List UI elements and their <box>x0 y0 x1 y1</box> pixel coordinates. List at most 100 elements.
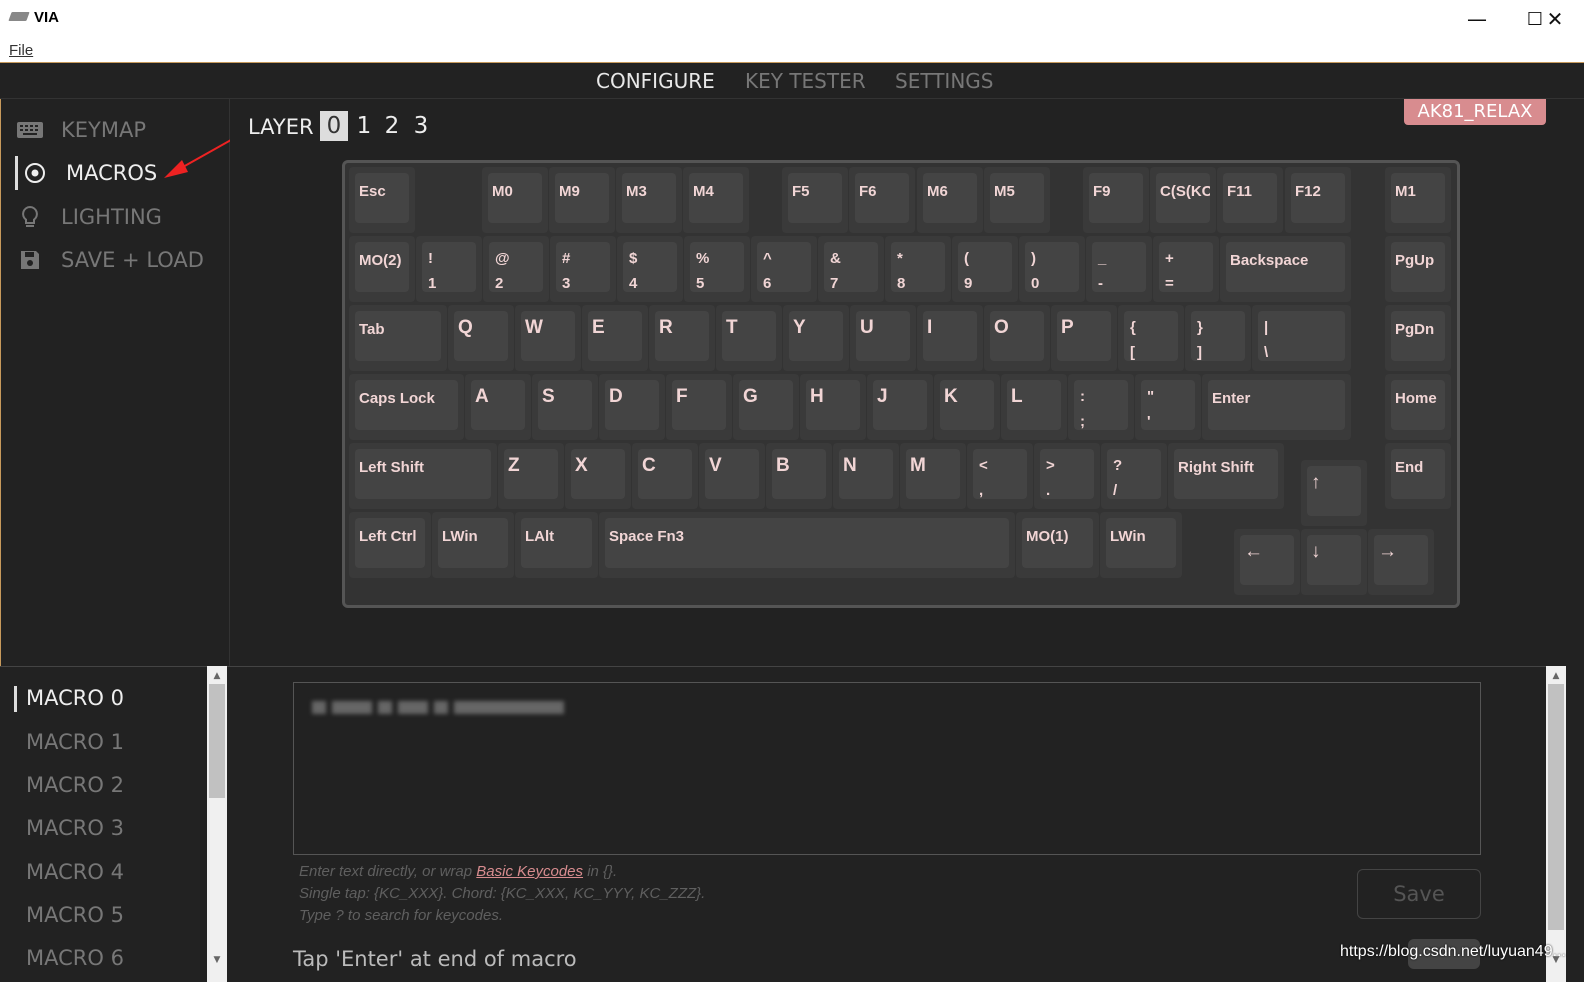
key-k[interactable]: K <box>934 374 1000 440</box>
layer-3-button[interactable]: 3 <box>407 111 435 141</box>
key-semicolon[interactable]: :; <box>1068 374 1134 440</box>
scroll-down-arrow[interactable]: ▼ <box>207 952 227 968</box>
key-n[interactable]: N <box>833 443 899 509</box>
key-i[interactable]: I <box>917 305 983 371</box>
key-left-bracket[interactable]: {[ <box>1118 305 1184 371</box>
sidebar-item-keymap[interactable]: KEYMAP <box>15 113 146 147</box>
macro-item-2[interactable]: MACRO 2 <box>26 773 124 797</box>
key-period[interactable]: >. <box>1034 443 1100 509</box>
key-0[interactable]: ) 0 <box>1019 236 1085 302</box>
main-scroll-thumb[interactable] <box>1548 684 1564 930</box>
key-f9[interactable]: F9 <box>1083 167 1149 233</box>
key-4[interactable]: $4 <box>617 236 683 302</box>
key-f12[interactable]: F12 <box>1285 167 1351 233</box>
key-m3[interactable]: M3 <box>616 167 682 233</box>
main-scroll-up-arrow[interactable]: ▲ <box>1546 668 1566 684</box>
key-y[interactable]: Y <box>783 305 849 371</box>
key-f11[interactable]: F11 <box>1217 167 1283 233</box>
key-right-arrow[interactable]: → <box>1368 529 1434 595</box>
key-backspace[interactable]: Backspace <box>1220 236 1351 302</box>
key-down-arrow[interactable]: ↓ <box>1301 529 1367 595</box>
key-enter[interactable]: Enter <box>1202 374 1351 440</box>
key-r[interactable]: R <box>649 305 715 371</box>
key-3[interactable]: #3 <box>550 236 616 302</box>
key-p[interactable]: P <box>1051 305 1117 371</box>
key-mo1[interactable]: MO(1) <box>1016 512 1099 578</box>
key-pgup[interactable]: PgUp <box>1385 236 1451 302</box>
key-c-s-kc[interactable]: C(S(KC_ <box>1150 167 1216 233</box>
key-end[interactable]: End <box>1385 443 1451 509</box>
macro-item-3[interactable]: MACRO 3 <box>26 816 124 840</box>
scroll-up-arrow[interactable]: ▲ <box>207 668 227 684</box>
key-8[interactable]: * 8 <box>885 236 951 302</box>
key-tab[interactable]: Tab <box>349 305 447 371</box>
key-g[interactable]: G <box>733 374 799 440</box>
key-comma[interactable]: <, <box>967 443 1033 509</box>
macro-item-4[interactable]: MACRO 4 <box>26 860 124 884</box>
key-f5[interactable]: F5 <box>782 167 848 233</box>
sidebar-item-lighting[interactable]: LIGHTING <box>15 200 162 234</box>
main-scrollbar[interactable]: ▲ ▼ <box>1546 666 1566 982</box>
key-lwin[interactable]: LWin <box>432 512 514 578</box>
layer-1-button[interactable]: 1 <box>350 111 378 141</box>
sidebar-item-save-load[interactable]: SAVE + LOAD <box>15 243 204 277</box>
close-button[interactable]: ✕ <box>1526 0 1584 38</box>
tab-configure[interactable]: CONFIGURE <box>596 69 715 93</box>
key-f6[interactable]: F6 <box>849 167 915 233</box>
key-2[interactable]: @2 <box>483 236 549 302</box>
key-m1[interactable]: M1 <box>1385 167 1451 233</box>
key-caps-lock[interactable]: Caps Lock <box>349 374 464 440</box>
key-left-ctrl[interactable]: Left Ctrl <box>349 512 431 578</box>
tab-key-tester[interactable]: KEY TESTER <box>745 69 866 93</box>
key-j[interactable]: J <box>867 374 933 440</box>
key-left-shift[interactable]: Left Shift <box>349 443 497 509</box>
basic-keycodes-link[interactable]: Basic Keycodes <box>476 863 583 880</box>
key-a[interactable]: A <box>465 374 531 440</box>
key-m9[interactable]: M9 <box>549 167 615 233</box>
save-button[interactable]: Save <box>1357 869 1481 919</box>
key-6[interactable]: ^ 6 <box>751 236 817 302</box>
key-f[interactable]: F <box>666 374 732 440</box>
key-v[interactable]: V <box>699 443 765 509</box>
key-o[interactable]: O <box>984 305 1050 371</box>
menu-file[interactable]: File <box>9 42 33 59</box>
key-q[interactable]: Q <box>448 305 514 371</box>
key-up-arrow[interactable]: ↑ <box>1301 460 1367 526</box>
macro-item-5[interactable]: MACRO 5 <box>26 903 124 927</box>
key-right-bracket[interactable]: }] <box>1185 305 1251 371</box>
key-right-lwin[interactable]: LWin <box>1100 512 1182 578</box>
key-equals[interactable]: + = <box>1153 236 1219 302</box>
key-l[interactable]: L <box>1001 374 1067 440</box>
key-m[interactable]: M <box>900 443 966 509</box>
key-z[interactable]: Z <box>498 443 564 509</box>
key-c[interactable]: C <box>632 443 698 509</box>
macro-item-1[interactable]: MACRO 1 <box>26 730 124 754</box>
key-mo2[interactable]: MO(2) <box>349 236 415 302</box>
key-e[interactable]: E <box>582 305 648 371</box>
key-esc[interactable]: Esc <box>349 167 415 233</box>
key-m6[interactable]: M6 <box>917 167 983 233</box>
key-d[interactable]: D <box>599 374 665 440</box>
key-x[interactable]: X <box>565 443 631 509</box>
key-h[interactable]: H <box>800 374 866 440</box>
key-m5[interactable]: M5 <box>984 167 1050 233</box>
key-t[interactable]: T <box>716 305 782 371</box>
macro-item-0[interactable]: MACRO 0 <box>26 686 124 710</box>
layer-0-button[interactable]: 0 <box>320 111 348 141</box>
key-right-shift[interactable]: Right Shift <box>1168 443 1284 509</box>
key-u[interactable]: U <box>850 305 916 371</box>
minimize-button[interactable]: — <box>1448 0 1506 38</box>
key-slash[interactable]: ? / <box>1101 443 1167 509</box>
key-s[interactable]: S <box>532 374 598 440</box>
key-9[interactable]: (9 <box>952 236 1018 302</box>
key-lalt[interactable]: LAlt <box>515 512 598 578</box>
scroll-thumb[interactable] <box>209 684 225 798</box>
key-m0[interactable]: M0 <box>482 167 548 233</box>
key-1[interactable]: ! 1 <box>416 236 482 302</box>
key-backslash[interactable]: | \ <box>1252 305 1351 371</box>
key-w[interactable]: W <box>515 305 581 371</box>
tab-settings[interactable]: SETTINGS <box>895 69 993 93</box>
key-pgdn[interactable]: PgDn <box>1385 305 1451 371</box>
key-minus[interactable]: _ - <box>1086 236 1152 302</box>
macro-list-scrollbar[interactable]: ▲ ▼ <box>207 666 227 982</box>
